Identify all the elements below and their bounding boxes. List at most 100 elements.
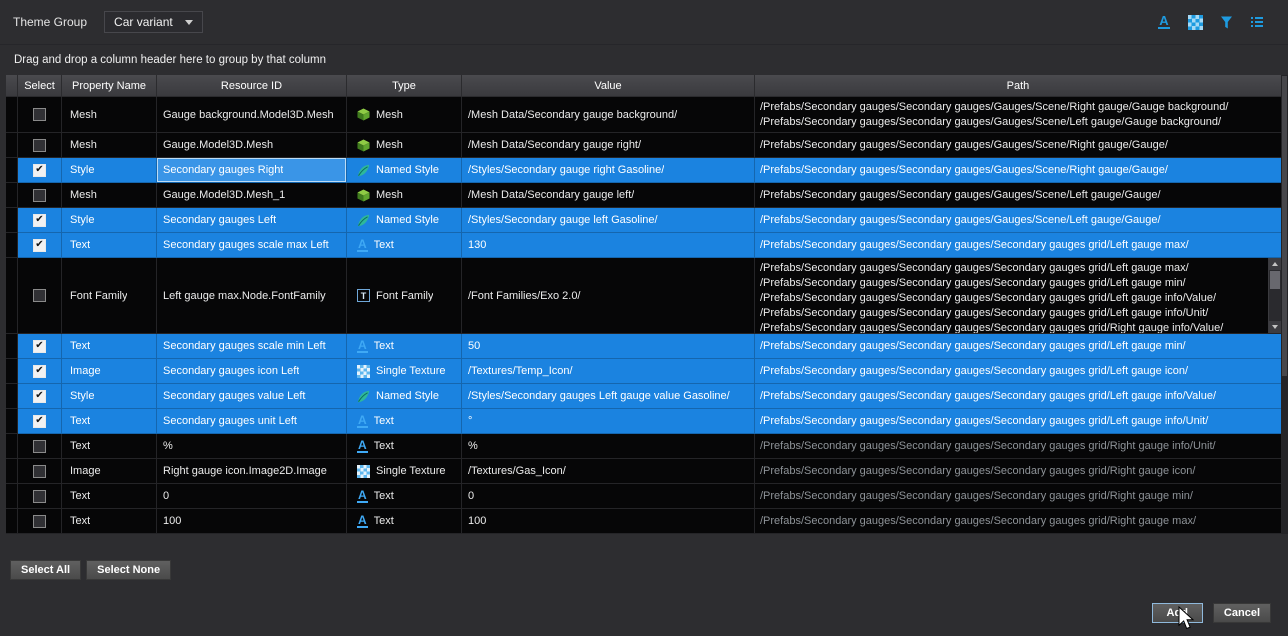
path-line: /Prefabs/Secondary gauges/Secondary gaug… <box>760 291 1216 306</box>
row-select-cell[interactable] <box>18 97 62 133</box>
row-gutter <box>6 133 18 158</box>
group-by-hint: Drag and drop a column header here to gr… <box>14 54 326 66</box>
group-by-drop-zone[interactable]: Drag and drop a column header here to gr… <box>0 44 1288 75</box>
single-texture-icon <box>357 365 370 378</box>
table-row[interactable]: ✔ImageSecondary gauges icon LeftSingle T… <box>6 359 1281 384</box>
row-gutter <box>6 97 18 133</box>
scrollbar-thumb[interactable] <box>1282 76 1287 376</box>
row-checkbox[interactable] <box>33 289 46 302</box>
select-none-button[interactable]: Select None <box>86 560 171 580</box>
row-select-cell[interactable]: ✔ <box>18 334 62 359</box>
row-select-cell[interactable]: ✔ <box>18 384 62 409</box>
column-header-path[interactable]: Path <box>755 75 1281 96</box>
scrollbar-thumb[interactable] <box>1270 271 1280 289</box>
resource-id-cell: Secondary gauges icon Left <box>157 359 347 384</box>
path-line: /Prefabs/Secondary gauges/Secondary gaug… <box>760 439 1216 454</box>
scroll-up-icon[interactable] <box>1269 258 1281 270</box>
texture-tool-icon[interactable] <box>1185 12 1205 32</box>
value-cell: 130 <box>462 233 755 258</box>
path-line: /Prefabs/Secondary gauges/Secondary gaug… <box>760 321 1223 334</box>
row-checkbox[interactable]: ✔ <box>33 214 46 227</box>
table-row[interactable]: MeshGauge.Model3D.MeshMesh/Mesh Data/Sec… <box>6 133 1281 158</box>
row-select-cell[interactable]: ✔ <box>18 233 62 258</box>
property-name-cell: Text <box>62 409 157 434</box>
property-name-cell: Image <box>62 459 157 484</box>
single-texture-icon <box>357 465 370 478</box>
table-row[interactable]: Font FamilyLeft gauge max.Node.FontFamil… <box>6 258 1281 334</box>
dialog-action-buttons: Add Cancel <box>1152 603 1271 623</box>
row-checkbox[interactable]: ✔ <box>33 340 46 353</box>
type-cell: AText <box>347 484 462 509</box>
path-cell: /Prefabs/Secondary gauges/Secondary gaug… <box>755 384 1281 409</box>
column-header-property-name[interactable]: Property Name <box>62 75 157 96</box>
path-line: /Prefabs/Secondary gauges/Secondary gaug… <box>760 115 1221 130</box>
cancel-button[interactable]: Cancel <box>1213 603 1271 623</box>
path-line: /Prefabs/Secondary gauges/Secondary gaug… <box>760 188 1161 203</box>
row-select-cell[interactable] <box>18 509 62 534</box>
row-select-cell[interactable] <box>18 434 62 459</box>
table-row[interactable]: ImageRight gauge icon.Image2D.ImageSingl… <box>6 459 1281 484</box>
row-select-cell[interactable]: ✔ <box>18 409 62 434</box>
row-checkbox[interactable] <box>33 490 46 503</box>
table-row[interactable]: Text%AText%/Prefabs/Secondary gauges/Sec… <box>6 434 1281 459</box>
variant-dropdown[interactable]: Car variant <box>104 11 203 33</box>
table-row[interactable]: ✔TextSecondary gauges scale max LeftATex… <box>6 233 1281 258</box>
row-select-cell[interactable] <box>18 258 62 334</box>
path-cell-scrollbar[interactable] <box>1268 258 1281 333</box>
value-cell: 50 <box>462 334 755 359</box>
row-checkbox[interactable]: ✔ <box>33 365 46 378</box>
row-checkbox[interactable]: ✔ <box>33 390 46 403</box>
row-checkbox[interactable]: ✔ <box>33 239 46 252</box>
selection-buttons: Select All Select None <box>10 560 171 580</box>
row-select-cell[interactable] <box>18 484 62 509</box>
property-name-cell: Style <box>62 208 157 233</box>
table-scrollbar[interactable] <box>1281 75 1288 534</box>
row-checkbox[interactable] <box>33 139 46 152</box>
row-checkbox[interactable] <box>33 515 46 528</box>
mesh-icon <box>357 189 370 202</box>
column-header-type[interactable]: Type <box>347 75 462 96</box>
row-select-cell[interactable]: ✔ <box>18 359 62 384</box>
resource-id-cell: Secondary gauges scale max Left <box>157 233 347 258</box>
row-checkbox[interactable] <box>33 440 46 453</box>
type-cell: Mesh <box>347 97 462 133</box>
value-cell: /Mesh Data/Secondary gauge left/ <box>462 183 755 208</box>
row-checkbox[interactable]: ✔ <box>33 415 46 428</box>
select-all-button[interactable]: Select All <box>10 560 81 580</box>
row-select-cell[interactable] <box>18 459 62 484</box>
type-cell: TFont Family <box>347 258 462 334</box>
row-select-cell[interactable]: ✔ <box>18 158 62 183</box>
filter-tool-icon[interactable] <box>1216 12 1236 32</box>
column-header-select[interactable]: Select <box>18 75 62 96</box>
table-row[interactable]: MeshGauge.Model3D.Mesh_1Mesh/Mesh Data/S… <box>6 183 1281 208</box>
row-select-cell[interactable] <box>18 183 62 208</box>
type-cell: AText <box>347 233 462 258</box>
table-row[interactable]: Text0AText0/Prefabs/Secondary gauges/Sec… <box>6 484 1281 509</box>
table-row[interactable]: ✔StyleSecondary gauges RightNamed Style/… <box>6 158 1281 183</box>
row-checkbox[interactable]: ✔ <box>33 164 46 177</box>
mesh-icon <box>357 139 370 152</box>
table-row[interactable]: ✔StyleSecondary gauges LeftNamed Style/S… <box>6 208 1281 233</box>
row-checkbox[interactable] <box>33 108 46 121</box>
type-cell: AText <box>347 409 462 434</box>
table-row[interactable]: MeshGauge background.Model3D.MeshMesh/Me… <box>6 97 1281 133</box>
text-icon: A <box>357 239 368 252</box>
row-select-cell[interactable]: ✔ <box>18 208 62 233</box>
row-select-cell[interactable] <box>18 133 62 158</box>
table-row[interactable]: Text100AText100/Prefabs/Secondary gauges… <box>6 509 1281 534</box>
properties-table: Select Property Name Resource ID Type Va… <box>6 75 1281 534</box>
resource-id-cell: Secondary gauges scale min Left <box>157 334 347 359</box>
list-tool-icon[interactable] <box>1247 12 1267 32</box>
table-row[interactable]: ✔TextSecondary gauges scale min LeftATex… <box>6 334 1281 359</box>
resource-id-cell: Secondary gauges value Left <box>157 384 347 409</box>
row-checkbox[interactable] <box>33 465 46 478</box>
theme-group-label: Theme Group <box>13 15 87 29</box>
column-header-resource-id[interactable]: Resource ID <box>157 75 347 96</box>
table-row[interactable]: ✔TextSecondary gauges unit LeftAText°/Pr… <box>6 409 1281 434</box>
scrollbar-track[interactable] <box>1269 270 1281 321</box>
column-header-value[interactable]: Value <box>462 75 755 96</box>
table-row[interactable]: ✔StyleSecondary gauges value LeftNamed S… <box>6 384 1281 409</box>
row-checkbox[interactable] <box>33 189 46 202</box>
font-tool-icon[interactable]: A <box>1154 12 1174 32</box>
scroll-down-icon[interactable] <box>1269 321 1281 333</box>
